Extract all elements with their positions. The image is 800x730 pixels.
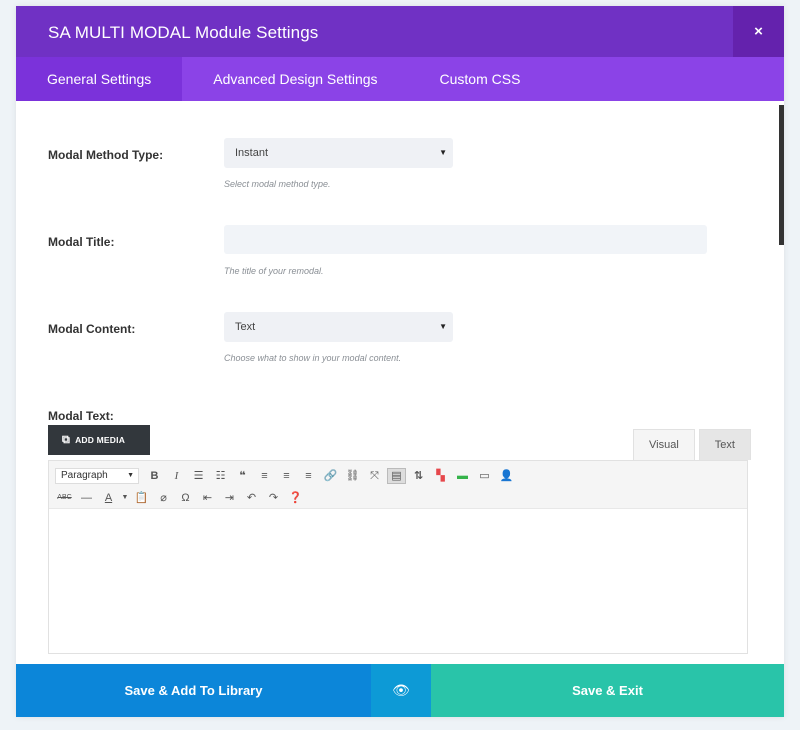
- chevron-down-icon[interactable]: ▼: [121, 490, 129, 506]
- modal-text-label: Modal Text:: [48, 409, 114, 423]
- tab-text[interactable]: Text: [698, 429, 751, 460]
- chevron-down-icon: ▼: [439, 322, 447, 331]
- add-media-button[interactable]: ⧉ ADD MEDIA: [48, 425, 150, 455]
- clear-formatting-icon[interactable]: ⌀: [154, 490, 173, 506]
- tab-visual[interactable]: Visual: [633, 429, 695, 460]
- bold-icon[interactable]: B: [145, 468, 164, 484]
- modal-content-select[interactable]: Text ▼: [224, 312, 453, 342]
- align-right-icon[interactable]: ≡: [299, 468, 318, 484]
- italic-icon[interactable]: I: [167, 468, 186, 484]
- modal-content-label: Modal Content:: [48, 322, 136, 336]
- editor-toolbar: Paragraph ▼ B I ☰ ☷ ❝ ≡ ≡ ≡ 🔗 ⛓ ⤧ ▤ ⇅ ▚ …: [49, 461, 747, 509]
- toolbar-row-1: Paragraph ▼ B I ☰ ☷ ❝ ≡ ≡ ≡ 🔗 ⛓ ⤧ ▤ ⇅ ▚ …: [55, 468, 519, 484]
- horizontal-line-icon[interactable]: —: [77, 490, 96, 506]
- tab-advanced-design-settings[interactable]: Advanced Design Settings: [182, 57, 408, 101]
- save-exit-button[interactable]: Save & Exit: [431, 664, 784, 717]
- shortcode-icon[interactable]: ⇅: [409, 468, 428, 484]
- preview-button[interactable]: 👁: [371, 664, 431, 717]
- tab-custom-css[interactable]: Custom CSS: [409, 57, 552, 101]
- special-character-icon[interactable]: Ω: [176, 490, 195, 506]
- align-center-icon[interactable]: ≡: [277, 468, 296, 484]
- chevron-down-icon: ▼: [439, 148, 447, 157]
- outdent-icon[interactable]: ⇤: [198, 490, 217, 506]
- layers-icon[interactable]: ▬: [453, 468, 472, 484]
- color-blocks-icon[interactable]: ▚: [431, 468, 450, 484]
- chevron-down-icon: ▼: [127, 472, 134, 479]
- format-value: Paragraph: [61, 470, 108, 481]
- align-left-icon[interactable]: ≡: [255, 468, 274, 484]
- indent-icon[interactable]: ⇥: [220, 490, 239, 506]
- eye-icon: 👁: [392, 682, 410, 698]
- paste-text-icon[interactable]: 📋: [132, 490, 151, 506]
- modal-title-help: The title of your remodal.: [224, 266, 324, 276]
- insert-more-icon[interactable]: ▭: [475, 468, 494, 484]
- rich-text-editor: Paragraph ▼ B I ☰ ☷ ❝ ≡ ≡ ≡ 🔗 ⛓ ⤧ ▤ ⇅ ▚ …: [48, 460, 748, 654]
- modal-footer: Save & Add To Library 👁 Save & Exit: [16, 664, 784, 717]
- link-icon[interactable]: 🔗: [321, 468, 340, 484]
- close-icon: ×: [754, 23, 763, 40]
- tab-general-settings[interactable]: General Settings: [16, 57, 183, 101]
- editor-mode-tabs: Visual Text: [633, 429, 751, 460]
- modal-title-input[interactable]: [224, 225, 707, 254]
- save-add-to-library-button[interactable]: Save & Add To Library: [16, 664, 371, 717]
- modal-header: SA MULTI MODAL Module Settings ×: [16, 6, 784, 57]
- settings-tabs: General Settings Advanced Design Setting…: [16, 57, 784, 101]
- editor-content-area[interactable]: [49, 509, 747, 653]
- modal-content-help: Choose what to show in your modal conten…: [224, 353, 402, 363]
- blockquote-icon[interactable]: ❝: [233, 468, 252, 484]
- add-media-label: ADD MEDIA: [75, 435, 126, 445]
- modal-method-type-help: Select modal method type.: [224, 179, 331, 189]
- unlink-icon[interactable]: ⛓: [343, 468, 362, 484]
- module-settings-modal: SA MULTI MODAL Module Settings × General…: [16, 6, 784, 717]
- user-icon[interactable]: 👤: [497, 468, 516, 484]
- format-select[interactable]: Paragraph ▼: [55, 468, 139, 484]
- modal-title-label: Modal Title:: [48, 235, 115, 249]
- strikethrough-icon[interactable]: ABC: [55, 490, 74, 506]
- modal-content-value: Text: [235, 321, 256, 333]
- text-color-icon[interactable]: A: [99, 490, 118, 506]
- toolbar-toggle-icon[interactable]: ▤: [387, 468, 406, 484]
- modal-method-type-label: Modal Method Type:: [48, 148, 164, 162]
- numbered-list-icon[interactable]: ☷: [211, 468, 230, 484]
- undo-icon[interactable]: ↶: [242, 490, 261, 506]
- redo-icon[interactable]: ↷: [264, 490, 283, 506]
- modal-method-type-value: Instant: [235, 147, 269, 159]
- modal-method-type-select[interactable]: Instant ▼: [224, 138, 453, 168]
- scrollbar-thumb[interactable]: [779, 105, 784, 245]
- bullet-list-icon[interactable]: ☰: [189, 468, 208, 484]
- modal-title: SA MULTI MODAL Module Settings: [48, 23, 319, 42]
- fullscreen-icon[interactable]: ⤧: [365, 468, 384, 484]
- settings-body: Modal Method Type: Instant ▼ Select moda…: [16, 101, 784, 664]
- toolbar-row-2: ABC — A ▼ 📋 ⌀ Ω ⇤ ⇥ ↶ ↷ ❓: [55, 490, 308, 506]
- media-icon: ⧉: [62, 433, 71, 446]
- help-icon[interactable]: ❓: [286, 490, 305, 506]
- close-button[interactable]: ×: [733, 6, 784, 57]
